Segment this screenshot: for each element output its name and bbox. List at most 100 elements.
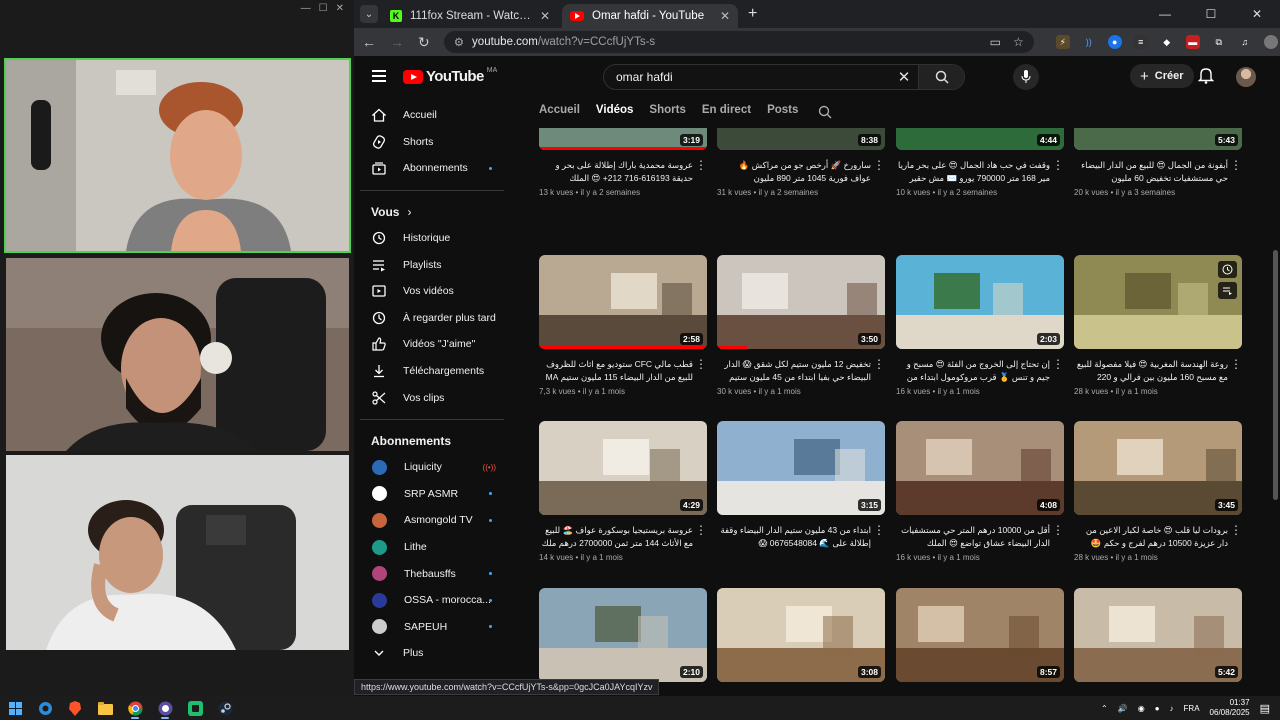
more-actions-icon[interactable]: ⋮: [1230, 358, 1242, 370]
more-actions-icon[interactable]: ⋮: [1052, 358, 1064, 370]
video-title[interactable]: عروسة بريستيجيا بوسكورة عواف 🏖️ للبيع مع…: [539, 524, 707, 550]
close-icon[interactable]: ✕: [1234, 0, 1280, 28]
sidebar-sub-srp-asmr[interactable]: SRP ASMR: [354, 481, 514, 508]
more-actions-icon[interactable]: ⋮: [695, 524, 707, 536]
close-tab-icon[interactable]: ✕: [720, 9, 730, 23]
sidebar-item-watch-later[interactable]: À regarder plus tard: [354, 305, 514, 332]
extension-icon[interactable]: ◆: [1160, 35, 1174, 49]
minimize-icon[interactable]: —: [301, 3, 311, 14]
mic-tray-icon[interactable]: ●: [1155, 704, 1160, 713]
video-card[interactable]: 3:15 ابتداء من 43 مليون ستيم الدار البيضا…: [717, 421, 885, 553]
install-app-icon[interactable]: ▭: [990, 35, 1001, 49]
video-card[interactable]: 8:38 سارورخ 🚀 أرخص جو من مراكش 🔥 عواف فور…: [717, 128, 885, 197]
video-thumbnail[interactable]: 3:15: [717, 421, 885, 515]
video-title[interactable]: ابتداء من 43 مليون ستيم الدار البيضاء وق…: [717, 524, 885, 550]
sidebar-sub-lithe[interactable]: Lithe: [354, 534, 514, 561]
sidebar-sub-more[interactable]: Plus: [354, 640, 514, 667]
video-thumbnail[interactable]: 3:08: [717, 588, 885, 682]
sidebar-item-history[interactable]: Historique: [354, 225, 514, 252]
forward-icon[interactable]: →: [390, 34, 404, 50]
extension-icon[interactable]: ≡: [1133, 35, 1148, 49]
video-title[interactable]: إن تحتاج إلى الخروج من الفئة 😍 مسبح و جي…: [896, 358, 1064, 384]
video-thumbnail[interactable]: 4:08: [896, 421, 1064, 515]
tray-overflow-icon[interactable]: ⌃: [1101, 704, 1108, 713]
more-actions-icon[interactable]: ⋮: [873, 524, 885, 536]
maximize-icon[interactable]: ☐: [319, 3, 328, 14]
video-title[interactable]: عروسة محمدية باراك إطلالة على بحر و حديق…: [539, 159, 707, 185]
extension-icon[interactable]: )): [1082, 35, 1096, 49]
more-actions-icon[interactable]: ⋮: [1052, 159, 1064, 171]
language-indicator[interactable]: FRA: [1184, 704, 1200, 713]
video-card[interactable]: 4:08 أقل من 10000 درهم المتر حي مستشفيات …: [896, 421, 1064, 562]
taskbar-app[interactable]: [60, 696, 90, 720]
video-card[interactable]: روعة الهندسة المغربية 😍 فيلا مفصولة للبي…: [1074, 255, 1242, 396]
video-title[interactable]: أقل من 10000 درهم المتر حي مستشفيات الدا…: [896, 524, 1064, 550]
taskbar-app[interactable]: [210, 696, 240, 720]
more-actions-icon[interactable]: ⋮: [1052, 524, 1064, 536]
video-thumbnail[interactable]: [1074, 255, 1242, 349]
sidebar-sub-thebausffs[interactable]: Thebausffs: [354, 560, 514, 587]
speaker-icon[interactable]: 🔊: [1118, 704, 1128, 713]
tab-shorts[interactable]: Shorts: [649, 104, 685, 126]
address-bar[interactable]: ⚙ youtube.com/watch?v=CCcfUjYTs-s ▭ ☆: [443, 31, 1034, 53]
channel-search-icon[interactable]: [818, 105, 832, 119]
browser-tab-youtube[interactable]: Omar hafdi - YouTube ✕: [562, 4, 738, 28]
account-avatar[interactable]: [1236, 67, 1256, 87]
video-title[interactable]: برودات ليا قلب 😍 خاصة لكبار الاعين من دا…: [1074, 524, 1242, 550]
bookmark-star-icon[interactable]: ☆: [1013, 35, 1024, 49]
video-thumbnail[interactable]: 2:58: [539, 255, 707, 349]
close-icon[interactable]: ✕: [336, 3, 344, 14]
more-actions-icon[interactable]: ⋮: [1230, 524, 1242, 536]
video-title[interactable]: سارورخ 🚀 أرخص جو من مراكش 🔥 عواف فورية 1…: [717, 159, 885, 185]
taskbar-app[interactable]: [30, 696, 60, 720]
video-thumbnail[interactable]: 8:57: [896, 588, 1064, 682]
voice-search-button[interactable]: [1013, 64, 1039, 90]
video-thumbnail[interactable]: 4:29: [539, 421, 707, 515]
extension-icon[interactable]: ▬: [1185, 35, 1200, 49]
video-thumbnail[interactable]: 3:45: [1074, 421, 1242, 515]
clock[interactable]: 01:37 06/08/2025: [1210, 698, 1250, 718]
youtube-logo[interactable]: YouTube MA: [403, 67, 497, 85]
video-title[interactable]: تخفيض 12 مليون ستيم لكل شقق 😱 الدار البي…: [717, 358, 885, 384]
taskbar-app[interactable]: [90, 696, 120, 720]
sidebar-item-shorts[interactable]: Shorts: [354, 129, 514, 156]
video-thumbnail[interactable]: 4:44: [896, 128, 1064, 150]
add-to-queue-icon[interactable]: [1218, 282, 1237, 299]
video-thumbnail[interactable]: 2:10: [539, 588, 707, 682]
video-card[interactable]: 3:08: [717, 588, 885, 696]
video-card[interactable]: 4:29 عروسة بريستيجيا بوسكورة عواف 🏖️ للبي…: [539, 421, 707, 562]
video-thumbnail[interactable]: 5:42: [1074, 588, 1242, 682]
extension-icon[interactable]: ●: [1107, 35, 1122, 49]
back-icon[interactable]: ←: [362, 34, 376, 50]
sidebar-item-subscriptions[interactable]: Abonnements: [354, 155, 514, 182]
extensions-puzzle-icon[interactable]: ⧉: [1212, 35, 1226, 49]
tab-videos[interactable]: Vidéos: [596, 104, 634, 126]
video-thumbnail[interactable]: 2:03: [896, 255, 1064, 349]
video-thumbnail[interactable]: 3:19: [539, 128, 707, 150]
browser-tab-kick[interactable]: K 111fox Stream - Watch Live on ✕: [382, 4, 558, 28]
notifications-icon[interactable]: ▤: [1260, 702, 1270, 715]
video-card[interactable]: 3:50 تخفيض 12 مليون ستيم لكل شقق 😱 الدار …: [717, 255, 885, 396]
scrollbar-thumb[interactable]: [1273, 250, 1278, 500]
menu-icon[interactable]: [372, 70, 386, 82]
network-icon[interactable]: ◉: [1138, 704, 1145, 713]
video-card[interactable]: 2:03 إن تحتاج إلى الخروج من الفئة 😍 مسبح …: [896, 255, 1064, 396]
taskbar-app[interactable]: [150, 696, 180, 720]
start-button[interactable]: [0, 696, 30, 720]
sidebar-sub-ossa[interactable]: OSSA - morocca...: [354, 587, 514, 614]
video-card[interactable]: 5:42: [1074, 588, 1242, 696]
sidebar-sub-asmongold[interactable]: Asmongold TV: [354, 507, 514, 534]
create-button[interactable]: + Créer: [1130, 64, 1194, 88]
taskbar-app[interactable]: [120, 696, 150, 720]
more-actions-icon[interactable]: ⋮: [873, 358, 885, 370]
taskbar-app[interactable]: [180, 696, 210, 720]
video-card[interactable]: 5:43 أبفونة من الجمال 😍 للبيع من الدار ال…: [1074, 128, 1242, 197]
video-title[interactable]: وقفت في حب هاد الجمال 😍 على بحر ماريا مي…: [896, 159, 1064, 185]
video-thumbnail[interactable]: 3:50: [717, 255, 885, 349]
sidebar-item-downloads[interactable]: Téléchargements: [354, 358, 514, 385]
profile-icon[interactable]: [1263, 35, 1278, 49]
new-tab-icon[interactable]: +: [748, 5, 757, 23]
site-info-icon[interactable]: ⚙: [454, 35, 464, 49]
video-title[interactable]: روعة الهندسة المغربية 😍 فيلا مفصولة للبي…: [1074, 358, 1242, 384]
more-actions-icon[interactable]: ⋮: [695, 159, 707, 171]
